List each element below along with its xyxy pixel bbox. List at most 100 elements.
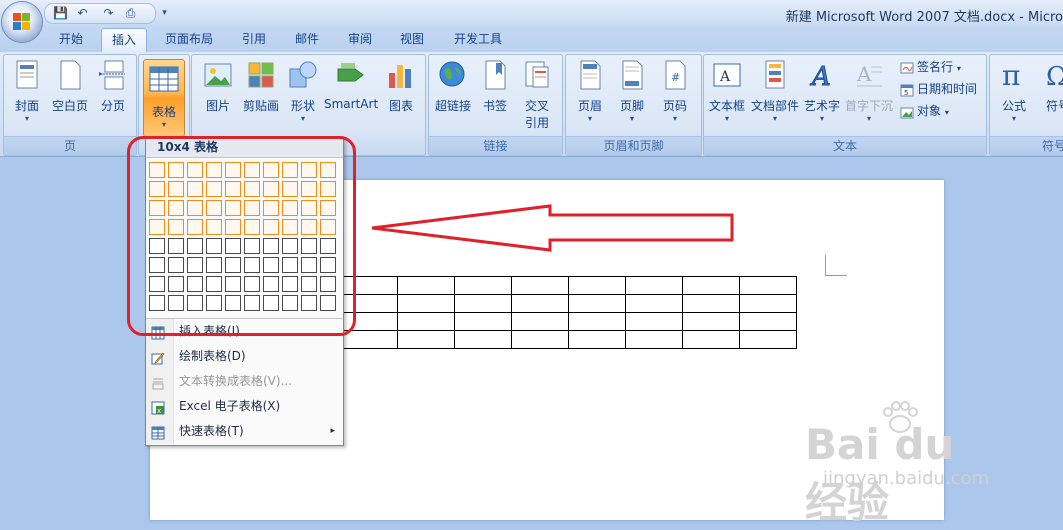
watermark-url: jingyan.baidu.com xyxy=(823,468,990,489)
redo-icon[interactable]: ↷ xyxy=(101,6,116,21)
ribbon-tabs: 开始 插入 页面布局 引用 邮件 审阅 视图 开发工具 xyxy=(0,26,1063,53)
smartart-button[interactable]: SmartArt xyxy=(324,59,378,133)
omega-icon: Ω xyxy=(1042,59,1063,92)
tab-review[interactable]: 审阅 xyxy=(339,28,381,50)
textbox-button[interactable]: A 文本框 ▾ xyxy=(706,59,748,133)
group-label-header-footer: 页眉和页脚 xyxy=(566,136,701,155)
margin-corner-mark-h xyxy=(825,275,847,276)
svg-text:#: # xyxy=(671,71,680,84)
signature-icon xyxy=(900,61,914,75)
save-icon[interactable]: 💾 xyxy=(53,6,68,21)
symbol-button[interactable]: Ω 符号 xyxy=(1038,59,1063,133)
office-logo-icon xyxy=(13,13,31,31)
annotation-arrow xyxy=(371,204,734,252)
menu-item-text-to-table[interactable]: 文本转换成表格(V)... xyxy=(146,369,343,393)
print-preview-icon[interactable]: ⎙ xyxy=(123,6,138,21)
baidu-watermark: Bai du 经验 jingyan.baidu.com xyxy=(805,400,1005,527)
date-time-button[interactable]: 5 日期和时间 xyxy=(900,79,977,99)
bookmark-button[interactable]: 书签 xyxy=(477,59,513,133)
table-icon xyxy=(148,65,180,97)
footer-icon xyxy=(616,59,648,91)
svg-text:π: π xyxy=(1002,59,1020,91)
smartart-icon xyxy=(335,59,367,91)
draw-table-pencil-icon xyxy=(151,349,165,365)
table-row xyxy=(340,312,797,331)
calendar-icon: 5 xyxy=(900,83,914,97)
hyperlink-globe-icon xyxy=(437,59,469,91)
table-button[interactable]: 表格 ▾ xyxy=(143,59,185,137)
menu-item-excel-spreadsheet[interactable]: x Excel 电子表格(X) xyxy=(146,394,343,418)
signature-line-button[interactable]: 签名行 ▾ xyxy=(900,57,961,77)
text-to-table-icon xyxy=(151,374,165,390)
excel-icon: x xyxy=(151,399,165,415)
tab-references[interactable]: 引用 xyxy=(233,28,275,50)
clipart-button[interactable]: 剪贴画 xyxy=(240,59,282,133)
group-label-links: 链接 xyxy=(429,136,562,155)
svg-text:A: A xyxy=(856,62,872,86)
table-row xyxy=(340,330,797,349)
object-button[interactable]: 对象 ▾ xyxy=(900,101,949,121)
group-label-pages: 页 xyxy=(4,136,136,155)
tab-home[interactable]: 开始 xyxy=(50,28,92,50)
shapes-button[interactable]: 形状 ▾ xyxy=(286,59,320,133)
svg-text:Ω: Ω xyxy=(1046,62,1063,91)
menu-item-quick-tables[interactable]: 快速表格(T) ▸ xyxy=(146,419,343,443)
wordart-icon: A xyxy=(806,59,838,93)
svg-text:5: 5 xyxy=(904,89,908,97)
shapes-icon xyxy=(287,59,319,91)
footer-button[interactable]: 页脚 ▾ xyxy=(612,59,652,133)
tab-developer[interactable]: 开发工具 xyxy=(445,28,511,50)
group-pages: 封面 ▾ 空白页 分页 页 xyxy=(3,54,137,156)
svg-text:A: A xyxy=(810,62,831,91)
table-row xyxy=(340,276,797,295)
chart-button[interactable]: 图表 xyxy=(382,59,420,133)
tab-page-layout[interactable]: 页面布局 xyxy=(157,28,221,50)
clipart-icon xyxy=(245,59,277,91)
submenu-arrow-icon: ▸ xyxy=(330,426,335,436)
header-button[interactable]: 页眉 ▾ xyxy=(570,59,610,133)
page-break-button[interactable]: 分页 xyxy=(94,59,132,133)
wordart-button[interactable]: A 艺术字 ▾ xyxy=(802,59,842,133)
bookmark-icon xyxy=(479,59,511,91)
group-text: A 文本框 ▾ 文档部件 ▾ A 艺术字 ▾ A 首字下沉 ▾ 签名行 ▾ 5 … xyxy=(703,54,987,156)
group-links: 超链接 书签 交叉 引用 链接 xyxy=(428,54,563,156)
group-header-footer: 页眉 ▾ 页脚 ▾ # 页码 ▾ 页眉和页脚 xyxy=(565,54,702,156)
tab-insert[interactable]: 插入 xyxy=(101,28,147,53)
window-title: 新建 Microsoft Word 2007 文档.docx - Micro xyxy=(785,10,1063,25)
textbox-icon: A xyxy=(711,59,743,91)
cross-reference-icon xyxy=(521,59,553,91)
undo-icon[interactable]: ↶ xyxy=(75,6,90,21)
hyperlink-button[interactable]: 超链接 xyxy=(431,59,475,133)
header-icon xyxy=(574,59,606,91)
cover-page-icon xyxy=(11,59,43,91)
annotation-highlight-box xyxy=(127,136,356,336)
page-break-icon xyxy=(97,59,129,91)
menu-item-draw-table[interactable]: 绘制表格(D) xyxy=(146,344,343,368)
picture-button[interactable]: 图片 xyxy=(198,59,238,133)
group-symbols: π 公式 ▾ Ω 符号 符号 xyxy=(989,54,1063,156)
pi-icon: π xyxy=(998,59,1030,92)
office-button[interactable] xyxy=(2,2,42,42)
title-bar: 💾 ↶ ↷ ⎙ ▾ 新建 Microsoft Word 2007 文档.docx… xyxy=(0,0,1063,27)
blank-page-button[interactable]: 空白页 xyxy=(50,59,90,133)
drop-cap-icon: A xyxy=(853,59,885,91)
svg-text:x: x xyxy=(157,407,161,415)
cross-reference-button[interactable]: 交叉 引用 xyxy=(517,59,557,133)
picture-icon xyxy=(202,59,234,91)
quick-parts-button[interactable]: 文档部件 ▾ xyxy=(750,59,800,133)
table-row xyxy=(340,294,797,313)
object-icon xyxy=(900,105,914,119)
tab-view[interactable]: 视图 xyxy=(391,28,433,50)
qat-customize-icon[interactable]: ▾ xyxy=(157,6,172,21)
quick-parts-icon xyxy=(759,59,791,91)
tab-mailings[interactable]: 邮件 xyxy=(286,28,328,50)
svg-text:A: A xyxy=(719,69,731,85)
page-number-button[interactable]: # 页码 ▾ xyxy=(654,59,696,133)
page-number-icon: # xyxy=(659,59,691,91)
margin-corner-mark xyxy=(825,255,826,275)
equation-button[interactable]: π 公式 ▾ xyxy=(994,59,1034,133)
group-label-symbols: 符号 xyxy=(990,136,1063,155)
cover-button[interactable]: 封面 ▾ xyxy=(8,59,46,133)
quick-access-toolbar: 💾 ↶ ↷ ⎙ ▾ xyxy=(44,3,167,24)
drop-cap-button[interactable]: A 首字下沉 ▾ xyxy=(844,59,894,133)
